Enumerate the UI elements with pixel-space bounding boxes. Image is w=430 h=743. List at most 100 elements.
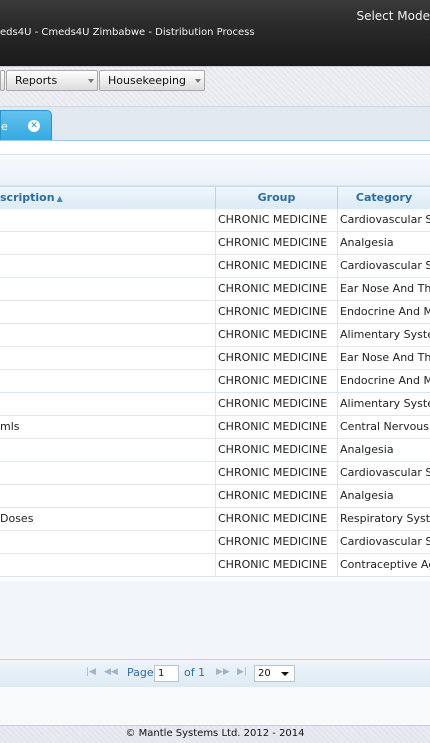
cell-description [0,554,215,576]
last-page-icon[interactable]: ▶| [237,667,247,677]
column-header-description-label: scription [0,191,55,204]
cell-group: CHRONIC MEDICINE [215,370,337,392]
next-page-icon[interactable]: ▶▶ [216,667,230,677]
cell-description [0,531,215,553]
table-row[interactable]: Doses CHRONIC MEDICINE Respiratory Syste [0,508,430,531]
first-page-icon[interactable]: |◀ [86,667,96,677]
cell-category: Analgesia [337,439,430,461]
table-row[interactable]: CHRONIC MEDICINE Analgesia [0,485,430,508]
cell-group: CHRONIC MEDICINE [215,531,337,553]
menu-reports-label: Reports [15,74,58,87]
cell-category: Cardiovascular Sy [337,462,430,484]
page-label: Page [127,666,154,679]
table-row[interactable]: CHRONIC MEDICINE Cardiovascular Sy [0,209,430,232]
app-header: eds4U - Cmeds4U Zimbabwe - Distribution … [0,0,430,66]
cell-description: Doses [0,512,34,525]
cell-description [0,347,215,369]
grid-empty-area [0,581,430,659]
grid-toolbar [0,154,430,186]
cell-description: mls [0,420,20,433]
table-row[interactable]: CHRONIC MEDICINE Alimentary Syster [0,324,430,347]
grid-header: scription ▲ Group Category [0,186,430,210]
table-row[interactable]: CHRONIC MEDICINE Endocrine And M [0,301,430,324]
column-header-description[interactable]: scription ▲ [0,187,215,209]
chevron-down-icon [281,672,289,676]
table-row[interactable]: CHRONIC MEDICINE Endocrine And M [0,370,430,393]
cell-category: Analgesia [337,232,430,254]
cell-group: CHRONIC MEDICINE [215,485,337,507]
cell-group: CHRONIC MEDICINE [215,232,337,254]
cell-description [0,209,215,231]
cell-category: Cardiovascular Sy [337,531,430,553]
cell-description [0,439,215,461]
copyright-text: © Mantle Systems Ltd. 2012 - 2014 [125,728,305,739]
cell-category: Contraceptive Ag [337,554,430,576]
table-row[interactable]: CHRONIC MEDICINE Ear Nose And Thr [0,278,430,301]
cell-description [0,301,215,323]
column-header-category[interactable]: Category [337,187,430,209]
cell-group: CHRONIC MEDICINE [215,324,337,346]
page-number-input[interactable]: 1 [154,665,179,682]
cell-description [0,370,215,392]
table-row[interactable]: CHRONIC MEDICINE Cardiovascular Sy [0,531,430,554]
cell-category: Cardiovascular Sy [337,209,430,231]
cell-category: Alimentary Syster [337,393,430,415]
cell-description [0,232,215,254]
cell-category: Cardiovascular Sy [337,255,430,277]
tab-strip: e ✕ [0,106,430,141]
cell-category: Analgesia [337,485,430,507]
column-header-group-label: Group [257,191,296,204]
table-row[interactable]: CHRONIC MEDICINE Contraceptive Ag [0,554,430,577]
footer: © Mantle Systems Ltd. 2012 - 2014 [0,725,430,743]
content-panel: scription ▲ Group Category CHRONIC MEDICI… [0,140,430,726]
cell-category: Respiratory Syste [337,508,430,530]
table-row[interactable]: CHRONIC MEDICINE Analgesia [0,232,430,255]
menu-button-partial[interactable] [0,70,5,91]
cell-group: CHRONIC MEDICINE [215,278,337,300]
cell-group: CHRONIC MEDICINE [215,508,337,530]
menu-reports-button[interactable]: Reports [6,70,98,91]
cell-category: Endocrine And M [337,370,430,392]
tab-label: e [1,120,8,133]
cell-description [0,278,215,300]
menu-housekeeping-button[interactable]: Housekeeping [99,70,205,91]
cell-description [0,255,215,277]
tab-active[interactable]: e ✕ [0,110,52,141]
table-row[interactable]: CHRONIC MEDICINE Ear Nose And Thr [0,347,430,370]
close-icon[interactable]: ✕ [28,120,40,132]
prev-page-icon[interactable]: ◀◀ [104,667,118,677]
menu-housekeeping-label: Housekeeping [108,74,186,87]
table-row[interactable]: CHRONIC MEDICINE Cardiovascular Sy [0,462,430,485]
sort-ascending-icon: ▲ [56,194,63,203]
chevron-down-icon [88,79,94,83]
select-mode-link[interactable]: Select Mode [356,9,430,23]
column-header-category-label: Category [355,191,413,204]
cell-description [0,324,215,346]
cell-group: CHRONIC MEDICINE [215,554,337,576]
cell-group: CHRONIC MEDICINE [215,255,337,277]
grid-body: CHRONIC MEDICINE Cardiovascular Sy CHRONI… [0,209,430,577]
chevron-down-icon [195,79,201,83]
cell-description [0,462,215,484]
cell-category: Central Nervous S [337,416,430,438]
cell-group: CHRONIC MEDICINE [215,393,337,415]
cell-group: CHRONIC MEDICINE [215,416,337,438]
column-header-group[interactable]: Group [215,187,337,209]
table-row[interactable]: CHRONIC MEDICINE Alimentary Syster [0,393,430,416]
pagination-bar: |◀ ◀◀ Page 1 of 1 ▶▶ ▶| 20 [0,659,430,689]
page-size-select[interactable]: 20 [254,665,295,682]
page-count-label: of 1 [184,666,206,679]
cell-group: CHRONIC MEDICINE [215,301,337,323]
cell-group: CHRONIC MEDICINE [215,209,337,231]
panel-bottom [0,687,430,726]
menu-bar: Reports Housekeeping [0,66,430,107]
table-row[interactable]: CHRONIC MEDICINE Cardiovascular Sy [0,255,430,278]
table-row[interactable]: CHRONIC MEDICINE Analgesia [0,439,430,462]
cell-description [0,485,215,507]
app-title: eds4U - Cmeds4U Zimbabwe - Distribution … [0,27,255,38]
cell-description [0,393,215,415]
cell-group: CHRONIC MEDICINE [215,462,337,484]
cell-group: CHRONIC MEDICINE [215,439,337,461]
cell-category: Endocrine And M [337,301,430,323]
table-row[interactable]: mls CHRONIC MEDICINE Central Nervous S [0,416,430,439]
